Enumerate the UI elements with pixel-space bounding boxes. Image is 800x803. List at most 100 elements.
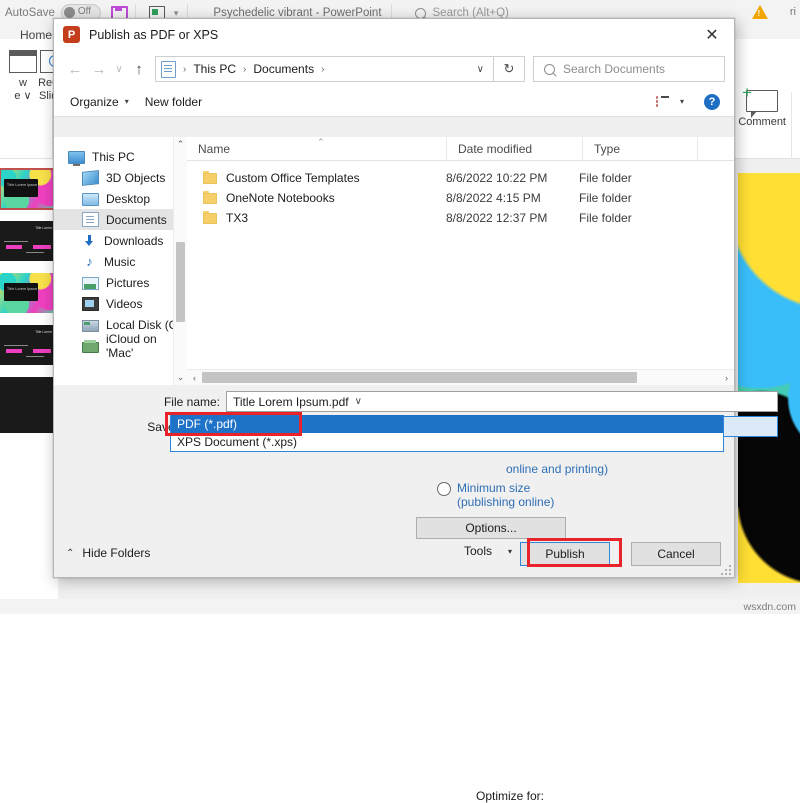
publish-button[interactable]: Publish xyxy=(520,542,610,566)
filename-input[interactable]: Title Lorem Ipsum.pdf ∨ xyxy=(226,391,778,412)
autosave-toggle-state: Off xyxy=(77,6,92,17)
recent-locations-icon[interactable]: ∨ xyxy=(111,57,127,81)
close-icon[interactable]: ✕ xyxy=(690,19,734,50)
savetype-dropdown-list[interactable]: PDF (*.pdf) XPS Document (*.xps) xyxy=(170,415,724,452)
hide-folders-button[interactable]: ⌃ Hide Folders xyxy=(66,546,150,560)
radio-minimum[interactable]: Minimum size (publishing online) xyxy=(437,481,554,509)
file-date: 8/8/2022 12:37 PM xyxy=(446,211,548,225)
address-dropdown-icon[interactable]: ∨ xyxy=(477,64,484,75)
navigation-pane-scrollbar[interactable]: ⌃ ⌄ xyxy=(173,137,187,385)
thumb-2-title: Title Lorem xyxy=(35,226,52,230)
sidebar-item-music[interactable]: ♪ Music xyxy=(54,251,187,272)
autosave-toggle-knob xyxy=(63,6,75,18)
documents-icon xyxy=(82,212,99,227)
scrollbar-thumb[interactable] xyxy=(176,242,185,322)
scroll-left-icon[interactable]: ‹ xyxy=(187,373,202,383)
sort-ascending-icon: ⌃ xyxy=(317,137,325,147)
breadcrumb-documents[interactable]: Documents xyxy=(253,62,314,76)
sidebar-item-pictures[interactable]: Pictures xyxy=(54,272,187,293)
dialog-title: Publish as PDF or XPS xyxy=(89,27,219,42)
pictures-icon xyxy=(82,276,99,290)
radio-minimum-line1: Minimum size xyxy=(457,481,531,495)
file-date: 8/6/2022 10:22 PM xyxy=(446,171,548,185)
navigation-pane[interactable]: This PC 3D Objects Desktop Documents Dow… xyxy=(54,137,187,385)
dialog-footer: ⌃ Hide Folders Tools ▾ Publish Cancel xyxy=(54,533,734,577)
scroll-right-icon[interactable]: › xyxy=(719,373,734,383)
file-date: 8/8/2022 4:15 PM xyxy=(446,191,541,205)
autosave-label: AutoSave xyxy=(5,7,55,19)
folder-icon xyxy=(203,210,217,224)
chevron-down-icon[interactable]: ∨ xyxy=(355,396,362,407)
slide-thumbnail-panel[interactable]: Title Lorem Ipsum Title Lorem Title Lore… xyxy=(0,159,58,614)
sidebar-item-icloud[interactable]: iCloud on 'Mac' xyxy=(54,332,187,360)
ribbon-comment-group[interactable]: + Comment xyxy=(738,84,786,128)
chevron-down-icon[interactable]: ▾ xyxy=(680,97,684,106)
dialog-title-bar: P Publish as PDF or XPS ✕ xyxy=(54,19,734,51)
slide-thumbnail-5[interactable] xyxy=(0,377,56,433)
search-input[interactable]: Search Documents xyxy=(533,56,725,82)
file-name: TX3 xyxy=(226,211,249,225)
videos-icon xyxy=(82,297,99,311)
hscrollbar-thumb[interactable] xyxy=(202,372,637,383)
titlebar-right-text: ri xyxy=(789,6,796,18)
customize-quick-access-icon[interactable]: ▾ xyxy=(174,8,179,19)
sidebar-label: Documents xyxy=(106,212,167,227)
slide-thumbnail-2[interactable]: Title Lorem xyxy=(0,221,56,261)
slide-thumbnail-1[interactable]: Title Lorem Ipsum xyxy=(0,168,57,210)
tools-button[interactable]: Tools ▾ xyxy=(464,544,512,558)
help-icon[interactable]: ? xyxy=(704,93,720,110)
breadcrumb-this-pc[interactable]: This PC xyxy=(193,62,236,76)
file-type: File folder xyxy=(579,211,632,225)
file-list-horizontal-scrollbar[interactable]: ‹ › xyxy=(187,369,734,385)
column-header-date-modified[interactable]: Date modified xyxy=(447,137,583,160)
scroll-down-icon[interactable]: ⌄ xyxy=(174,370,187,385)
sidebar-item-3d-objects[interactable]: 3D Objects xyxy=(54,167,187,188)
current-slide[interactable] xyxy=(738,173,800,583)
table-row[interactable]: Custom Office Templates 8/6/2022 10:22 P… xyxy=(187,168,734,188)
back-icon[interactable]: ← xyxy=(63,57,87,81)
column-header-type[interactable]: Type xyxy=(583,137,698,160)
radio-minimum-button[interactable] xyxy=(437,482,451,496)
table-row[interactable]: TX3 8/8/2022 12:37 PM File folder xyxy=(187,208,734,228)
refresh-icon[interactable]: ↻ xyxy=(494,56,525,82)
sidebar-item-documents[interactable]: Documents xyxy=(54,209,187,230)
file-name: Custom Office Templates xyxy=(226,171,360,185)
sidebar-label: This PC xyxy=(92,149,135,164)
powerpoint-app-icon: P xyxy=(63,26,80,43)
navigation-bar: ← → ∨ ↑ › This PC › Documents › ∨ ↻ Sear… xyxy=(54,51,734,87)
sidebar-item-videos[interactable]: Videos xyxy=(54,293,187,314)
pc-icon xyxy=(68,150,85,166)
thumb-1-title: Title Lorem Ipsum xyxy=(7,183,38,187)
view-layout-icon[interactable] xyxy=(655,96,669,107)
address-bar[interactable]: › This PC › Documents › ∨ xyxy=(155,56,494,82)
folder-icon xyxy=(203,170,217,184)
radio-standard-line2-visible: online and printing) xyxy=(506,462,609,476)
slide-thumbnail-3[interactable]: Title Lorem Ipsum xyxy=(0,273,56,313)
tab-home[interactable]: Home xyxy=(20,28,52,42)
slide-thumbnail-4[interactable]: Title Lorem xyxy=(0,325,56,365)
new-comment-icon: + xyxy=(742,84,779,118)
thumb-3-title: Title Lorem Ipsum xyxy=(7,287,38,291)
resize-grip[interactable] xyxy=(721,565,731,575)
new-folder-button[interactable]: New folder xyxy=(145,95,202,109)
cancel-button[interactable]: Cancel xyxy=(631,542,721,566)
organize-button[interactable]: Organize ▾ xyxy=(70,95,129,109)
sidebar-item-this-pc[interactable]: This PC xyxy=(54,146,187,167)
file-list-pane[interactable]: Name Date modified Type ⌃ Custom Office … xyxy=(187,137,734,385)
sidebar-item-desktop[interactable]: Desktop xyxy=(54,188,187,209)
radio-minimum-line2: (publishing online) xyxy=(457,495,555,509)
sidebar-label: Videos xyxy=(106,296,143,311)
filename-label: File name: xyxy=(163,394,220,409)
forward-icon[interactable]: → xyxy=(87,57,111,81)
file-type: File folder xyxy=(579,171,632,185)
optimize-for-label: Optimize for: xyxy=(476,789,545,803)
up-icon[interactable]: ↑ xyxy=(127,57,151,81)
dropdown-option-pdf[interactable]: PDF (*.pdf) xyxy=(171,415,723,433)
file-type: File folder xyxy=(579,191,632,205)
sidebar-label: Downloads xyxy=(104,233,164,248)
sidebar-label: 3D Objects xyxy=(106,170,166,185)
scroll-up-icon[interactable]: ⌃ xyxy=(174,137,187,152)
dropdown-option-xps[interactable]: XPS Document (*.xps) xyxy=(171,433,723,451)
sidebar-item-downloads[interactable]: Downloads xyxy=(54,230,187,251)
table-row[interactable]: OneNote Notebooks 8/8/2022 4:15 PM File … xyxy=(187,188,734,208)
